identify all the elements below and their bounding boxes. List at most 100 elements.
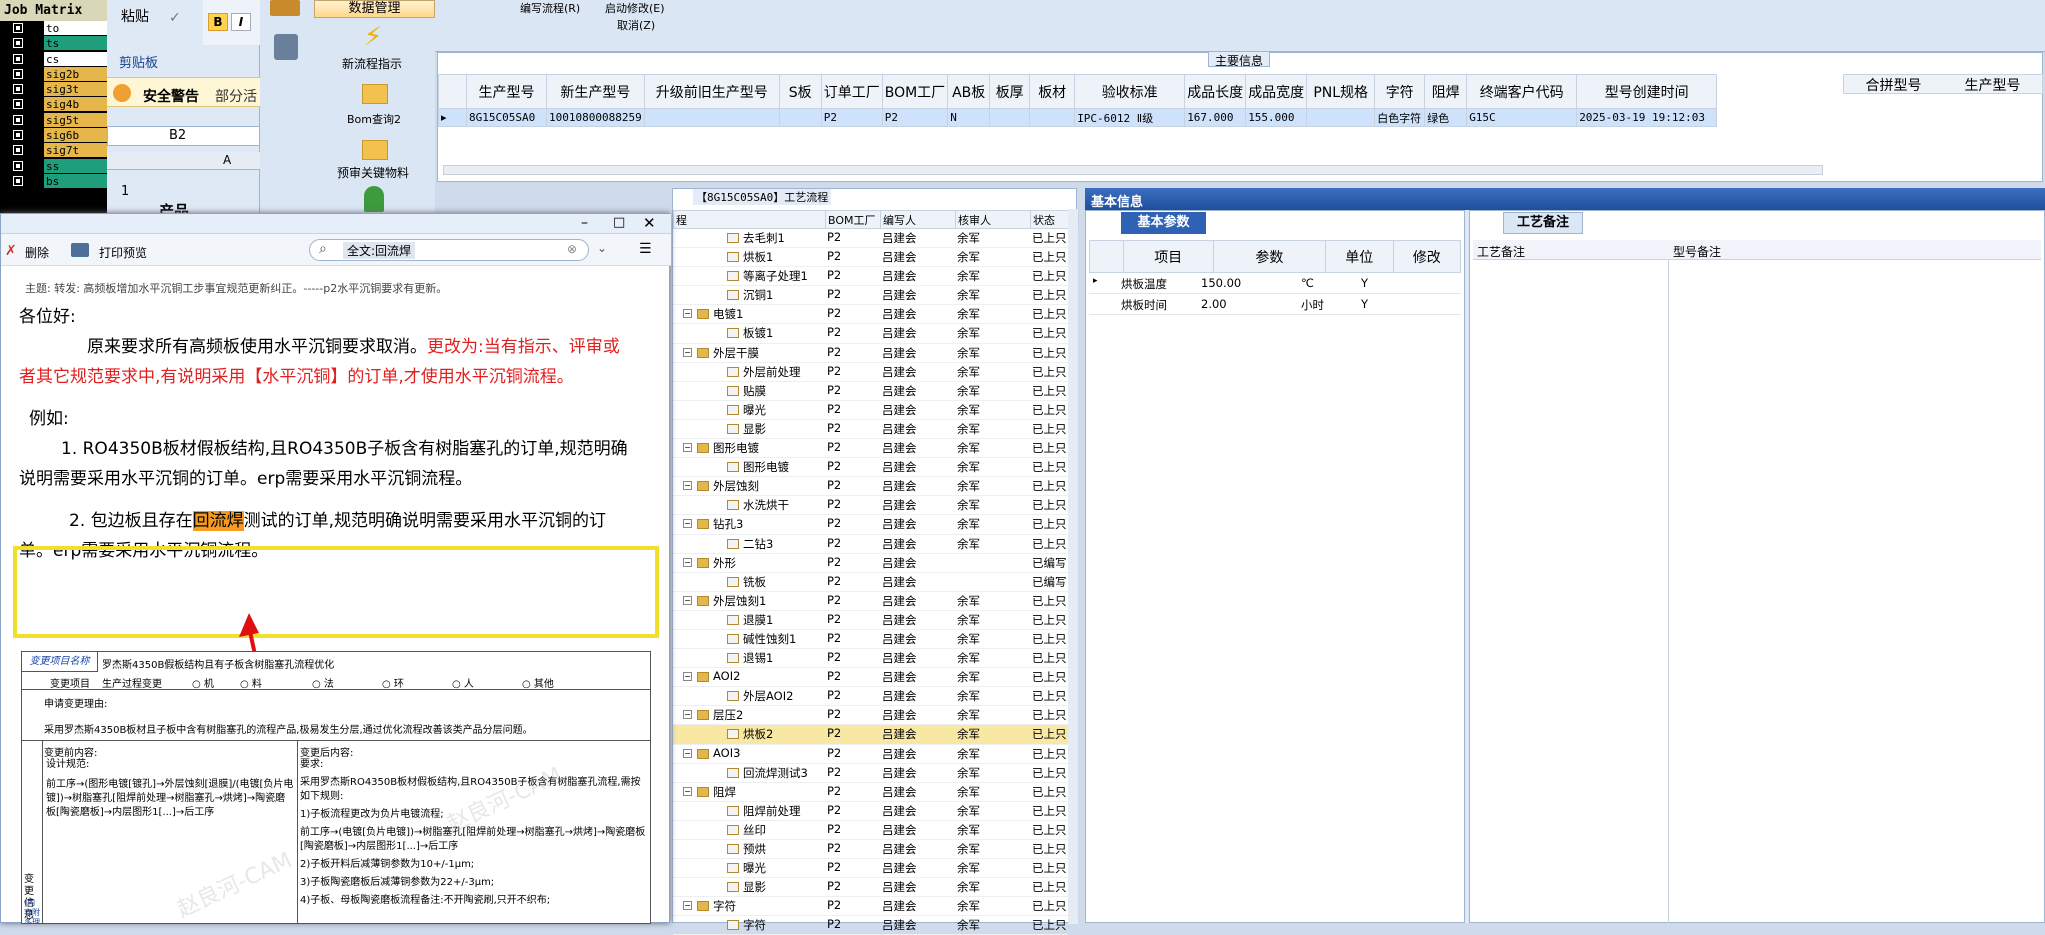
process-row[interactable]: 阻焊前处理 P2 吕建会 余军 已上只 <box>673 802 1068 821</box>
process-row[interactable]: − 图形电镀 P2 吕建会 余军 已上只 <box>673 439 1068 459</box>
job-matrix-row[interactable]: sig2b <box>0 66 107 82</box>
process-row[interactable]: 图形电镀 P2 吕建会 余军 已上只 <box>673 458 1068 478</box>
basic-col-header[interactable]: 单位 <box>1325 240 1394 273</box>
job-matrix-row[interactable]: sig6b <box>0 128 107 144</box>
process-row[interactable]: 字符 P2 吕建会 余军 已上只 <box>673 916 1068 935</box>
main-info-col-header[interactable]: 成品宽度 <box>1245 74 1308 109</box>
main-info-col-header[interactable]: 阻焊 <box>1424 74 1468 109</box>
layer-label[interactable]: sig2b <box>44 66 107 82</box>
printer-icon[interactable] <box>71 243 89 257</box>
process-row[interactable]: − AOI3 P2 吕建会 余军 已上只 <box>673 745 1068 764</box>
main-info-col-header[interactable]: BOM工厂 <box>881 74 949 109</box>
job-matrix-row[interactable]: cs <box>0 51 107 67</box>
main-info-cell[interactable]: N <box>947 108 991 127</box>
collapse-icon[interactable]: − <box>683 519 692 529</box>
collapse-icon[interactable]: − <box>683 557 692 567</box>
main-info-col-header[interactable]: 型号创建时间 <box>1576 74 1718 109</box>
checkbox-icon[interactable] <box>13 160 23 171</box>
main-info-cell[interactable] <box>1029 108 1076 127</box>
basic-param-row[interactable]: 烘板时间 2.00 小时 Y <box>1089 294 1461 315</box>
process-row[interactable]: − 外层蚀刻 P2 吕建会 余军 已上只 <box>673 477 1068 497</box>
menu-edit-process[interactable]: 编写流程(R) <box>520 0 580 16</box>
process-row[interactable]: 显影 P2 吕建会 余军 已上只 <box>673 420 1068 440</box>
row-1-header[interactable]: 1 <box>121 184 129 199</box>
main-info-col-header[interactable]: 新生产型号 <box>546 74 645 109</box>
main-info-cell[interactable] <box>643 108 780 127</box>
process-row[interactable]: − AOI2 P2 吕建会 余军 已上只 <box>673 668 1068 688</box>
calculator-icon[interactable] <box>270 0 300 16</box>
menu-start-modify[interactable]: 启动修改(E) <box>605 0 665 16</box>
minimize-icon[interactable]: – <box>581 215 588 231</box>
main-info-cell[interactable]: P2 <box>881 108 949 127</box>
layer-label[interactable]: sig4b <box>44 97 107 113</box>
layer-label[interactable]: to <box>44 21 107 36</box>
process-row[interactable]: 去毛刺1 P2 吕建会 余军 已上只 <box>673 229 1068 249</box>
expand-icon[interactable]: ⌄ <box>597 241 607 255</box>
basic-col-header[interactable]: 项目 <box>1122 240 1214 273</box>
process-col-header[interactable]: 程 <box>673 210 826 229</box>
bold-button[interactable]: B <box>208 13 228 31</box>
italic-button[interactable]: I <box>231 13 251 31</box>
main-info-col-header[interactable]: 终端客户代码 <box>1466 74 1578 109</box>
process-row[interactable]: 预烘 P2 吕建会 余军 已上只 <box>673 840 1068 860</box>
main-info-col-header[interactable]: 验收标准 <box>1074 74 1186 109</box>
row-indicator-icon[interactable]: ▸ <box>438 108 467 127</box>
process-row[interactable]: 烘板1 P2 吕建会 余军 已上只 <box>673 248 1068 268</box>
checkbox-icon[interactable] <box>13 53 23 64</box>
main-info-col-header[interactable]: AB板 <box>947 74 991 109</box>
collapse-icon[interactable]: − <box>683 672 692 682</box>
basic-col-header[interactable]: 参数 <box>1212 240 1327 273</box>
collapse-icon[interactable]: − <box>683 595 692 605</box>
checkbox-icon[interactable] <box>13 68 23 79</box>
process-row[interactable]: 外层前处理 P2 吕建会 余军 已上只 <box>673 363 1068 382</box>
main-info-cell[interactable]: 155.000 <box>1245 108 1308 127</box>
job-matrix-row[interactable]: sig3t <box>0 82 107 98</box>
job-matrix-row[interactable]: to <box>0 21 107 36</box>
collapse-icon[interactable]: − <box>683 347 692 357</box>
checkbox-icon[interactable] <box>13 23 23 33</box>
main-info-col-header[interactable]: 板厚 <box>989 74 1031 109</box>
merge-col-header[interactable]: 生产型号 <box>1965 75 2021 94</box>
main-info-cell[interactable]: 10010800088259 <box>546 108 645 127</box>
collapse-icon[interactable]: − <box>683 481 692 491</box>
list-icon[interactable]: ☰ <box>639 241 652 257</box>
process-row[interactable]: 烘板2 P2 吕建会 余军 已上只 <box>673 725 1068 745</box>
collapse-icon[interactable]: − <box>683 443 692 453</box>
pre-review-button[interactable]: 预审关键物料 <box>337 164 409 181</box>
menu-cancel[interactable]: 取消(Z) <box>617 17 655 33</box>
job-matrix-row[interactable]: sig4b <box>0 97 107 113</box>
main-info-col-header[interactable]: 字符 <box>1374 74 1426 109</box>
process-row[interactable]: 水洗烘干 P2 吕建会 余军 已上只 <box>673 496 1068 516</box>
main-info-col-header[interactable]: PNL规格 <box>1306 74 1376 109</box>
delete-icon[interactable]: ✗ <box>5 243 17 259</box>
main-info-col-header[interactable]: 升级前旧生产型号 <box>643 74 780 109</box>
job-matrix-row[interactable]: sig7t <box>0 143 107 159</box>
process-row[interactable]: 板镀1 P2 吕建会 余军 已上只 <box>673 324 1068 344</box>
collapse-icon[interactable]: − <box>683 748 692 758</box>
main-info-col-header[interactable]: 板材 <box>1029 74 1076 109</box>
process-row[interactable]: 铣板 P2 吕建会 已编写 <box>673 573 1068 592</box>
collapse-icon[interactable]: − <box>683 786 692 796</box>
machine-icon[interactable] <box>274 34 298 60</box>
collapse-icon[interactable]: − <box>683 309 692 319</box>
main-info-cell[interactable]: G15C <box>1466 108 1578 127</box>
process-row[interactable]: 曝光 P2 吕建会 余军 已上只 <box>673 859 1068 879</box>
layer-label[interactable]: ts <box>44 36 107 52</box>
checkbox-icon[interactable] <box>13 99 23 110</box>
process-row[interactable]: − 字符 P2 吕建会 余军 已上只 <box>673 897 1068 917</box>
process-row[interactable]: 外层AOI2 P2 吕建会 余军 已上只 <box>673 687 1068 707</box>
main-info-cell[interactable] <box>778 108 822 127</box>
main-info-col-header[interactable]: 生产型号 <box>466 74 547 109</box>
process-col-header[interactable]: 核审人 <box>955 210 1031 229</box>
job-matrix-row[interactable]: ts <box>0 36 107 52</box>
main-info-cell[interactable]: IPC-6012 Ⅱ级 <box>1074 108 1186 127</box>
main-info-col-header[interactable]: S板 <box>778 74 822 109</box>
process-row[interactable]: − 电镀1 P2 吕建会 余军 已上只 <box>673 305 1068 325</box>
process-row[interactable]: 回流焊测试3 P2 吕建会 余军 已上只 <box>673 764 1068 783</box>
col-a-header-label[interactable]: A <box>223 153 231 167</box>
checkbox-icon[interactable] <box>13 114 23 125</box>
layer-label[interactable]: bs <box>44 173 107 189</box>
main-info-cell[interactable]: 白色字符 <box>1374 108 1426 127</box>
delete-button[interactable]: 删除 <box>25 244 49 261</box>
process-row[interactable]: − 外形 P2 吕建会 已编写 <box>673 554 1068 573</box>
